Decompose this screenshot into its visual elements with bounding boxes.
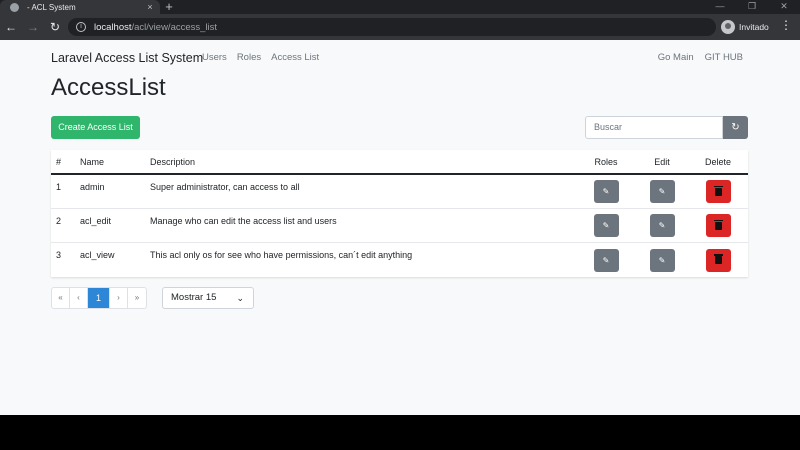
pencil-icon: ✎ [658,221,666,230]
new-tab-button[interactable]: + [162,0,176,14]
delete-button[interactable] [705,180,731,203]
table-row: 3 acl_view This acl only os for see who … [51,243,748,277]
header-delete: Delete [704,156,731,167]
nav-roles[interactable]: Roles [237,52,261,63]
page-first-button[interactable]: « [52,288,70,308]
nav-github[interactable]: GIT HUB [705,52,743,63]
tab-bar: - ACL System × + — ❐ ✕ [0,0,800,14]
profile-name: Invitado [739,22,769,32]
edit-button[interactable]: ✎ [649,180,675,203]
row-name: acl_edit [80,216,112,226]
brand-link[interactable]: Laravel Access List System [51,51,203,65]
pencil-icon: ✎ [602,255,610,265]
row-description: Super administrator, can access to all [150,182,300,192]
refresh-icon: ↻ [731,122,740,133]
pencil-icon: ✎ [602,187,610,196]
page-content: Laravel Access List System Users Roles A… [0,40,800,415]
page-size-value: Mostrar 15 [171,292,217,303]
header-roles: Roles [594,156,618,167]
row-name: acl_view [80,250,115,260]
header-edit: Edit [654,156,670,167]
page-current-button[interactable]: 1 [88,288,110,308]
globe-icon [10,2,19,12]
header-id: # [56,156,62,167]
window-controls: — ❐ ✕ [704,0,800,14]
table-row: 1 admin Super administrator, can access … [51,175,748,209]
create-access-list-button[interactable]: Create Access List [51,116,140,139]
profile-button[interactable]: Invitado [721,17,769,37]
pencil-icon: ✎ [602,221,610,230]
maximize-icon[interactable]: ❐ [736,0,768,14]
table-row: 2 acl_edit Manage who can edit the acces… [51,209,748,243]
address-bar[interactable]: i localhost /acl/view/access_list [68,18,716,36]
row-name: admin [80,182,105,192]
edit-button[interactable]: ✎ [649,248,675,272]
nav-access-list[interactable]: Access List [271,52,319,63]
header-description: Description [150,156,196,167]
page-title: AccessList [51,74,166,101]
url-path: /acl/view/access_list [131,21,218,33]
nav-users[interactable]: Users [202,52,227,63]
header-name: Name [80,156,105,167]
delete-button[interactable] [705,214,731,237]
search-input[interactable]: Buscar [585,116,723,139]
roles-button[interactable]: ✎ [593,180,619,203]
pencil-icon: ✎ [658,187,666,196]
row-description: Manage who can edit the access list and … [150,216,337,226]
minimize-icon[interactable]: — [704,0,736,14]
trash-icon [713,219,723,230]
chevron-down-icon: ⌄ [236,293,244,303]
pagination: « ‹ 1 › » [51,287,147,309]
menu-icon[interactable]: ⋮ [780,18,792,32]
roles-button[interactable]: ✎ [593,248,619,272]
page-prev-button[interactable]: ‹ [70,288,88,308]
avatar-icon [721,20,735,34]
reload-icon[interactable]: ↻ [44,20,66,34]
table-header: # Name Description Roles Edit Delete [51,150,748,175]
tab-close-icon[interactable]: × [144,2,156,12]
page-size-select[interactable]: Mostrar 15 ⌄ [162,287,254,309]
browser-toolbar: ← → ↻ i localhost /acl/view/access_list … [0,14,800,40]
back-icon[interactable]: ← [0,20,22,34]
roles-button[interactable]: ✎ [593,214,619,237]
forward-icon[interactable]: → [22,20,44,34]
main-nav: Users Roles Access List [202,52,319,63]
nav-go-main[interactable]: Go Main [658,52,694,63]
url-host: localhost [94,21,132,33]
refresh-button[interactable]: ↻ [723,116,748,139]
close-window-icon[interactable]: ✕ [768,0,800,14]
info-icon[interactable]: i [76,22,86,32]
row-description: This acl only os for see who have permis… [150,250,413,260]
access-list-table: # Name Description Roles Edit Delete 1 a… [51,150,748,277]
page-next-button[interactable]: › [110,288,128,308]
pencil-icon: ✎ [658,255,666,265]
browser-tab[interactable]: - ACL System × [0,0,160,14]
trash-icon [713,254,723,264]
delete-button[interactable] [705,248,731,272]
row-id: 2 [56,216,62,226]
page-last-button[interactable]: » [128,288,146,308]
edit-button[interactable]: ✎ [649,214,675,237]
browser-chrome: - ACL System × + — ❐ ✕ ← → ↻ i localhost… [0,0,800,40]
right-nav: Go Main GIT HUB [658,52,743,63]
tab-title: - ACL System [27,2,76,12]
row-id: 3 [56,250,62,260]
row-id: 1 [56,182,62,192]
trash-icon [713,185,723,196]
